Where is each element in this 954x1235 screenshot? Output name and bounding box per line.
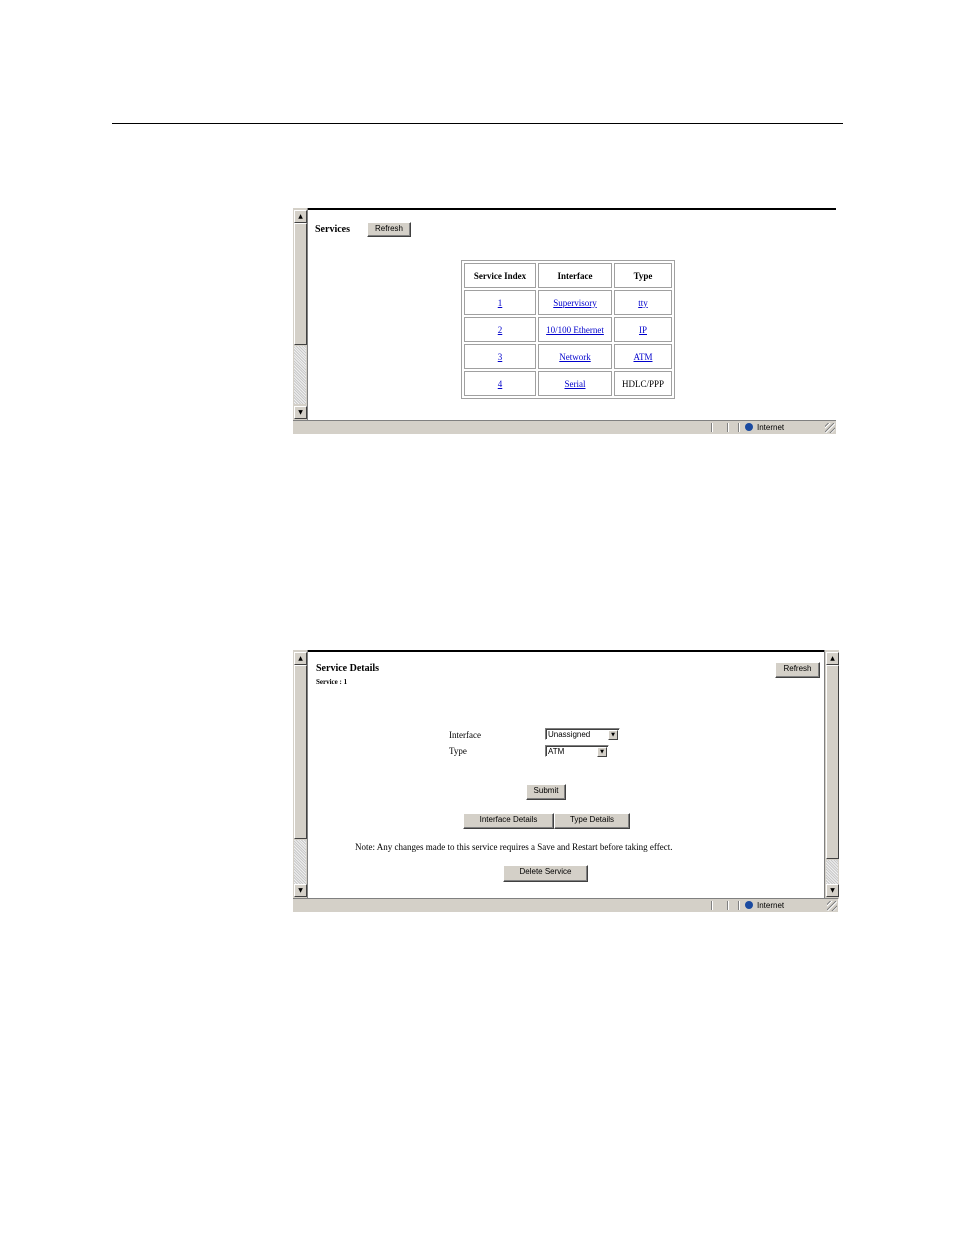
page-title: Services: [315, 224, 350, 235]
scroll-thumb[interactable]: [826, 665, 839, 859]
interface-link[interactable]: Supervisory: [553, 298, 597, 308]
right-vertical-scrollbar[interactable]: ▲ ▼: [824, 650, 839, 899]
status-divider: [711, 901, 713, 910]
page-title: Service Details: [316, 663, 380, 674]
table-cell: 4: [464, 371, 536, 396]
page-header-rule: [112, 123, 843, 124]
scroll-down-icon[interactable]: ▼: [826, 884, 839, 897]
internet-zone-icon: [745, 901, 753, 909]
save-restart-note: Note: Any changes made to this service r…: [355, 842, 673, 852]
table-cell: tty: [614, 290, 672, 315]
type-label: Type: [449, 746, 467, 756]
status-divider: [738, 901, 740, 910]
refresh-button[interactable]: Refresh: [367, 222, 411, 237]
type-select-value: ATM: [548, 747, 565, 756]
submit-button[interactable]: Submit: [526, 784, 566, 800]
internet-zone-icon: [745, 423, 753, 431]
column-header: Type: [614, 263, 672, 288]
interface-select[interactable]: Unassigned ▼: [545, 728, 620, 740]
interface-select-value: Unassigned: [548, 730, 591, 739]
type-select[interactable]: ATM ▼: [545, 745, 609, 757]
services-table: Service Index Interface Type 1 Superviso…: [461, 260, 675, 399]
status-divider: [711, 423, 713, 432]
page-subtitle: Service : 1: [316, 678, 348, 686]
chevron-down-icon[interactable]: ▼: [597, 747, 607, 757]
status-divider: [727, 423, 729, 432]
scroll-down-icon[interactable]: ▼: [294, 406, 307, 419]
type-link[interactable]: ATM: [633, 352, 652, 362]
status-zone-label: Internet: [757, 423, 785, 432]
scroll-down-icon[interactable]: ▼: [294, 884, 307, 897]
service-index-link[interactable]: 4: [498, 379, 503, 389]
table-cell: Serial: [538, 371, 612, 396]
table-cell: Supervisory: [538, 290, 612, 315]
service-index-link[interactable]: 1: [498, 298, 503, 308]
table-row: 1 Supervisory tty: [464, 290, 672, 315]
table-cell: IP: [614, 317, 672, 342]
interface-label: Interface: [449, 730, 481, 740]
service-index-link[interactable]: 2: [498, 325, 503, 335]
vertical-scrollbar[interactable]: ▲ ▼: [293, 208, 308, 421]
window-top-border: [307, 650, 838, 652]
services-window: ▲ ▼ Services Refresh Service Index Inter…: [293, 208, 836, 434]
type-link[interactable]: tty: [638, 298, 648, 308]
table-cell: 2: [464, 317, 536, 342]
scroll-track[interactable]: [826, 860, 838, 884]
scroll-thumb[interactable]: [294, 665, 307, 839]
status-zone-label: Internet: [757, 901, 785, 910]
interface-link[interactable]: Network: [559, 352, 591, 362]
interface-link[interactable]: 10/100 Ethernet: [546, 325, 604, 335]
service-index-link[interactable]: 3: [498, 352, 503, 362]
status-bar: Internet: [293, 898, 838, 912]
scroll-thumb[interactable]: [294, 223, 307, 345]
table-row: 3 Network ATM: [464, 344, 672, 369]
table-cell: 10/100 Ethernet: [538, 317, 612, 342]
interface-details-button[interactable]: Interface Details: [463, 813, 554, 829]
chevron-down-icon[interactable]: ▼: [608, 730, 618, 740]
table-cell: ATM: [614, 344, 672, 369]
table-cell: HDLC/PPP: [614, 371, 672, 396]
refresh-button[interactable]: Refresh: [775, 662, 820, 678]
table-cell: 1: [464, 290, 536, 315]
table-header-row: Service Index Interface Type: [464, 263, 672, 288]
scroll-track[interactable]: [294, 346, 306, 404]
scroll-up-icon[interactable]: ▲: [294, 652, 307, 665]
resize-grip-icon[interactable]: [827, 901, 837, 911]
scroll-track[interactable]: [294, 840, 306, 884]
resize-grip-icon[interactable]: [825, 423, 835, 433]
type-text: HDLC/PPP: [621, 378, 665, 389]
window-top-border: [307, 208, 836, 210]
status-divider: [738, 423, 740, 432]
scroll-up-icon[interactable]: ▲: [294, 210, 307, 223]
type-link[interactable]: IP: [639, 325, 647, 335]
status-divider: [727, 901, 729, 910]
interface-link[interactable]: Serial: [565, 379, 586, 389]
table-cell: 3: [464, 344, 536, 369]
status-bar: Internet: [293, 420, 836, 434]
table-cell: Network: [538, 344, 612, 369]
type-details-button[interactable]: Type Details: [554, 813, 630, 829]
left-vertical-scrollbar[interactable]: ▲ ▼: [293, 650, 308, 899]
column-header: Service Index: [464, 263, 536, 288]
table-row: 2 10/100 Ethernet IP: [464, 317, 672, 342]
scroll-up-icon[interactable]: ▲: [826, 652, 839, 665]
delete-service-button[interactable]: Delete Service: [503, 865, 588, 882]
table-row: 4 Serial HDLC/PPP: [464, 371, 672, 396]
service-details-window: ▲ ▼ ▲ ▼ Service Details Service : 1 Refr…: [293, 650, 839, 912]
column-header: Interface: [538, 263, 612, 288]
